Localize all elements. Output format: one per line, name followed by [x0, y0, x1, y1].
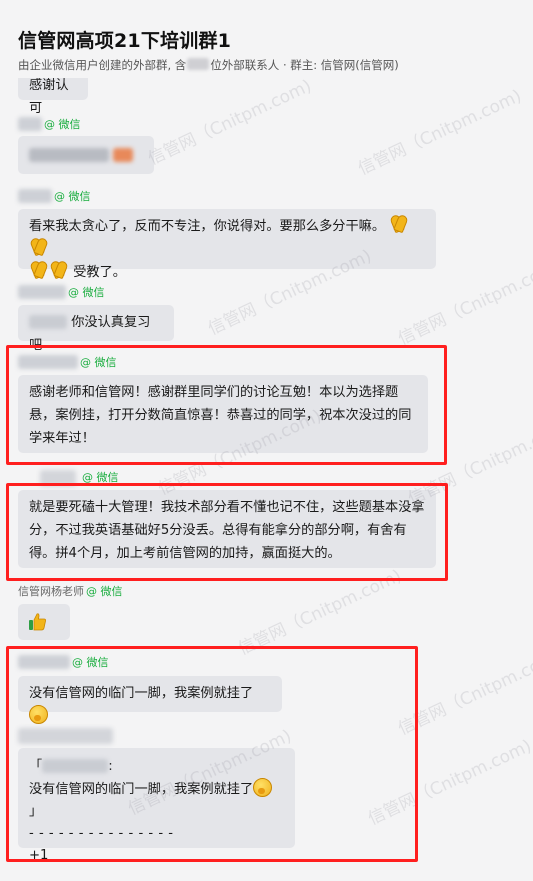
message-bubble[interactable]: 你没认真复习吧 — [18, 305, 174, 353]
thumbs-up-icon — [29, 613, 46, 631]
sender-name: 信管网杨老师 — [18, 585, 84, 598]
message-line: 受教了。 — [29, 261, 425, 284]
redacted-mention — [29, 315, 67, 329]
watermark: 信管网（Cnitpm.com) — [145, 76, 315, 170]
message-text: 受教了。 — [73, 265, 126, 280]
group-title[interactable]: 信管网高项21下培训群1 — [18, 26, 231, 53]
clap-emoji-icon — [30, 238, 48, 256]
clap-emoji-icon — [30, 261, 48, 279]
chat-window: 信管网高项21下培训群1 由企业微信用户创建的外部群, 含 位外部联系人 · 群主… — [0, 0, 533, 881]
message-sender: 信管网杨老师 @ 微信 — [18, 583, 123, 599]
sender-name-redacted — [18, 285, 66, 299]
wechat-tag: @ 微信 — [54, 190, 91, 203]
clap-emoji-icon — [390, 215, 408, 233]
wechat-tag: @ 微信 — [44, 118, 81, 131]
subtitle-prefix: 由企业微信用户创建的外部群, 含 — [18, 58, 187, 72]
message-line: 看来我太贪心了，反而不专注，你说得对。要那么多分干嘛。 — [29, 215, 425, 261]
message-text: 感谢认可 — [29, 78, 69, 116]
watermark: 信管网（Cnitpm.com) — [355, 86, 525, 180]
redacted-emoji — [113, 148, 134, 162]
chat-header: 信管网高项21下培训群1 由企业微信用户创建的外部群, 含 位外部联系人 · 群主… — [0, 0, 533, 78]
message-list[interactable]: 信管网（Cnitpm.com) 信管网（Cnitpm.com) 信管网（Cnit… — [0, 70, 533, 881]
highlight-box — [6, 345, 447, 465]
message-bubble[interactable] — [18, 136, 154, 174]
message-sender: @ 微信 — [18, 284, 105, 300]
sender-name-redacted — [18, 189, 52, 203]
group-subtitle: 由企业微信用户创建的外部群, 含 位外部联系人 · 群主: 信管网(信管网) — [18, 57, 399, 73]
clap-emoji-icon — [50, 261, 68, 279]
redacted-content — [29, 148, 109, 162]
sender-name-redacted — [18, 117, 42, 131]
wechat-tag: @ 微信 — [86, 585, 123, 598]
message-bubble[interactable] — [18, 604, 70, 640]
member-count-redacted — [187, 58, 210, 70]
message-text: 看来我太贪心了，反而不专注，你说得对。要那么多分干嘛。 — [29, 219, 386, 234]
message-bubble[interactable]: 看来我太贪心了，反而不专注，你说得对。要那么多分干嘛。 受教了。 — [18, 209, 436, 280]
wechat-tag: @ 微信 — [68, 286, 105, 299]
highlight-box — [6, 483, 448, 581]
subtitle-suffix: 位外部联系人 · 群主: 信管网(信管网) — [210, 58, 399, 72]
message-sender: @ 微信 — [18, 116, 81, 132]
highlight-box — [6, 646, 418, 862]
message-sender: @ 微信 — [18, 188, 91, 204]
